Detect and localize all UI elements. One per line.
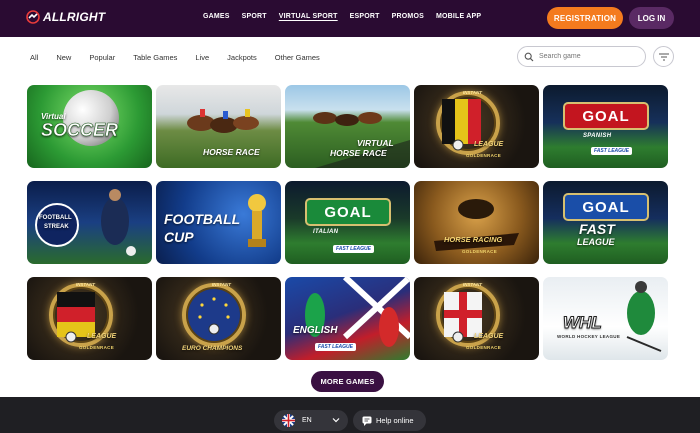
- tile-sub: GOLDENRACE: [466, 153, 502, 158]
- game-tile-virtual-soccer[interactable]: Virtual SOCCER: [27, 85, 152, 168]
- filter-jackpots[interactable]: Jackpots: [227, 53, 257, 62]
- tile-sub: GOLDENRACE: [462, 249, 498, 254]
- nav-games[interactable]: GAMES: [203, 13, 230, 20]
- game-tile-football-streak[interactable]: FOOTBALL STREAK: [27, 181, 152, 264]
- hockey-player-image: [626, 281, 662, 352]
- filter-new[interactable]: New: [56, 53, 71, 62]
- chat-icon: [362, 416, 372, 426]
- nav-esport[interactable]: ESPORT: [350, 13, 380, 20]
- tile-title: HORSE RACE: [203, 147, 260, 157]
- chevron-down-icon: [332, 418, 340, 423]
- tile-title: HORSE RACING: [444, 235, 503, 244]
- tile-sub: GOLDENRACE: [79, 345, 115, 350]
- tile-title: LEAGUE: [87, 333, 117, 340]
- logo[interactable]: ALLRIGHT: [26, 10, 105, 24]
- search-box[interactable]: [517, 46, 646, 67]
- game-tile-football-cup[interactable]: FOOTBALL CUP: [156, 181, 281, 264]
- game-tile-english-fast-league[interactable]: ENGLISH FAST LEAGUE: [285, 277, 410, 360]
- filter-live[interactable]: Live: [195, 53, 209, 62]
- filter-table-games[interactable]: Table Games: [133, 53, 177, 62]
- logo-text: ALLRIGHT: [43, 10, 106, 24]
- nav-sport[interactable]: SPORT: [242, 13, 267, 20]
- tile-title: SOCCER: [41, 120, 119, 141]
- category-filters: All New Popular Table Games Live Jackpot…: [30, 53, 338, 62]
- game-tile-instant-league-germany[interactable]: INSTANT LEAGUE GOLDENRACE: [27, 277, 152, 360]
- tile-title: LEAGUE: [474, 333, 504, 340]
- tile-title: ENGLISH: [293, 325, 338, 336]
- fast-league-label: FAST LEAGUE: [591, 147, 633, 155]
- search-input[interactable]: [539, 53, 639, 60]
- game-tile-euro-champions[interactable]: INSTANT EURO CHAMPIONS: [156, 277, 281, 360]
- filter-all[interactable]: All: [30, 53, 38, 62]
- filter-popular[interactable]: Popular: [89, 53, 115, 62]
- footer: [0, 397, 700, 433]
- fast-league-label: FAST LEAGUE: [315, 343, 357, 351]
- game-tile-virtual-horse-race[interactable]: VIRTUAL HORSE RACE: [285, 85, 410, 168]
- filter-icon: [658, 53, 669, 60]
- nav-mobile-app[interactable]: MOBILE APP: [436, 13, 481, 20]
- tile-title-line1: VIRTUAL: [357, 138, 394, 148]
- uk-flag-icon: [282, 414, 295, 427]
- goal-logo: GOAL: [305, 198, 391, 226]
- game-tile-world-hockey-league[interactable]: WHL WORLD HOCKEY LEAGUE: [543, 277, 668, 360]
- game-tile-goal-fast-league[interactable]: GOAL FAST LEAGUE: [543, 181, 668, 264]
- top-header: ALLRIGHT GAMES SPORT VIRTUAL SPORT ESPOR…: [0, 0, 700, 37]
- nav-promos[interactable]: PROMOS: [392, 13, 424, 20]
- trophy-image: [248, 194, 266, 247]
- tile-title: EURO CHAMPIONS: [182, 345, 243, 352]
- tile-title: LEAGUE: [474, 141, 504, 148]
- game-tile-goal-spanish[interactable]: GOAL SPANISH FAST LEAGUE: [543, 85, 668, 168]
- game-tile-horse-race[interactable]: HORSE RACE: [156, 85, 281, 168]
- instant-badge: INSTANT: [211, 282, 231, 287]
- nav-virtual-sport[interactable]: VIRTUAL SPORT: [279, 13, 338, 20]
- help-label: Help online: [376, 416, 414, 425]
- tile-sub: SPANISH: [583, 133, 612, 139]
- main-nav: GAMES SPORT VIRTUAL SPORT ESPORT PROMOS …: [203, 13, 493, 20]
- game-tile-instant-league-england[interactable]: INSTANT LEAGUE GOLDENRACE: [414, 277, 539, 360]
- logo-icon: [26, 10, 40, 24]
- game-grid: Virtual SOCCER HORSE RACE VIRTUAL HORSE …: [27, 85, 671, 360]
- instant-badge: INSTANT: [75, 282, 95, 287]
- game-tile-goal-italian[interactable]: GOAL ITALIAN FAST LEAGUE: [285, 181, 410, 264]
- search-icon: [524, 52, 534, 61]
- instant-badge: INSTANT: [462, 282, 482, 287]
- more-games-button[interactable]: MORE GAMES: [311, 371, 384, 392]
- fast-league-label: LEAGUE: [577, 237, 615, 247]
- tile-sub: FAST: [579, 221, 615, 237]
- game-tile-horse-racing[interactable]: HORSE RACING GOLDENRACE: [414, 181, 539, 264]
- tile-sub: GOLDENRACE: [466, 345, 502, 350]
- goal-logo: GOAL: [563, 193, 649, 221]
- registration-button[interactable]: REGISTRATION: [547, 7, 623, 29]
- language-label: EN: [302, 417, 312, 424]
- login-button[interactable]: LOG IN: [629, 7, 674, 29]
- language-selector[interactable]: EN: [274, 410, 348, 431]
- player-image: [101, 189, 136, 256]
- filter-settings-button[interactable]: [653, 46, 674, 67]
- instant-badge: INSTANT: [462, 90, 482, 95]
- fast-league-label: FAST LEAGUE: [333, 245, 375, 253]
- tile-title-line2: HORSE RACE: [330, 148, 387, 158]
- help-online-button[interactable]: Help online: [353, 410, 426, 431]
- game-tile-instant-league[interactable]: INSTANT LEAGUE GOLDENRACE: [414, 85, 539, 168]
- goal-logo: GOAL: [563, 102, 649, 130]
- filter-other-games[interactable]: Other Games: [275, 53, 320, 62]
- tile-sub: ITALIAN: [313, 229, 339, 235]
